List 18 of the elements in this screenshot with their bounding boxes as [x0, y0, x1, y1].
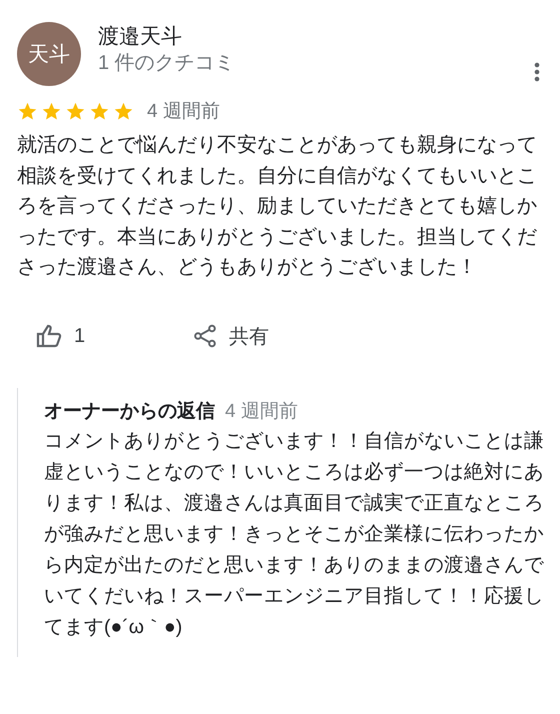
thumbs-up-icon [36, 324, 62, 348]
review-count: 1 件のクチコミ [98, 51, 236, 76]
like-button[interactable]: 1 [36, 324, 193, 348]
avatar: 天斗 [17, 22, 81, 86]
reply-text: コメントありがとうございます！！自信がないことは謙虚ということなので！いいところは必ず一つは絶対にあります！私は、渡邉さんは真面目で誠実で正直なところが強みだと思います！きっとそこが企業様に伝わったから内定が出たのだと思います！ありのままの渡邉さんでいてくだいね！スーパーエンジニア目指して！！応援してます(●´ω｀●) [44, 428, 545, 640]
star-icon [17, 100, 38, 122]
share-button[interactable]: 共有 [193, 322, 350, 350]
star-icon [41, 100, 62, 122]
review-text: 就活のことで悩んだり不安なことがあっても親身になって相談を受けてくれました。自分に自信がなくてもいいところを言ってくださったり、励ましていただきとても嬉しかったです。本当にありがとうございました。担当してくださった渡邉さん、どうもありがとうございました！ [17, 133, 538, 280]
review-time: 4 週間前 [147, 100, 220, 124]
star-icon [65, 100, 86, 122]
share-icon [193, 324, 217, 348]
star-icon [113, 100, 134, 122]
reply-time: 4 週間前 [225, 400, 298, 424]
reviewer-name[interactable]: 渡邉天斗 [98, 24, 517, 50]
star-icon [89, 100, 110, 122]
more-options-icon[interactable] [534, 62, 540, 82]
reply-title: オーナーからの返信 [44, 400, 215, 424]
